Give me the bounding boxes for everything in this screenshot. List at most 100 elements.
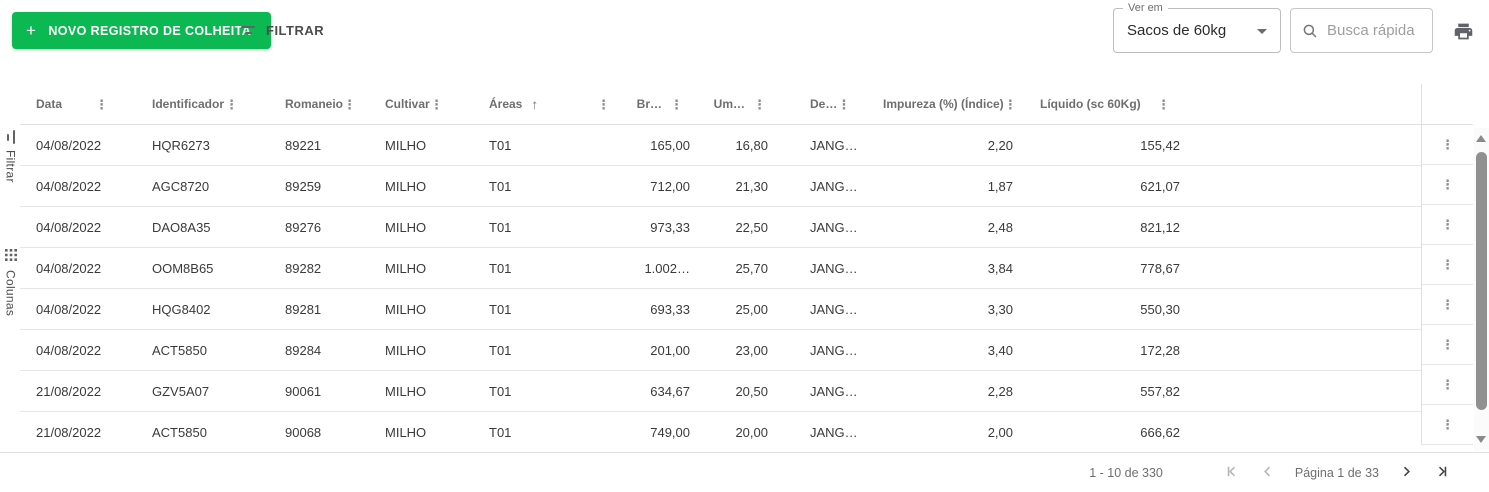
table-row[interactable]: 04/08/2022AGC872089259MILHOT01712,0021,3…: [20, 166, 1421, 207]
column-header-label: Data: [36, 97, 62, 111]
view-unit-select[interactable]: Ver em Sacos de 60kg: [1113, 8, 1281, 53]
print-button[interactable]: [1452, 21, 1474, 43]
vertical-scrollbar[interactable]: [1474, 128, 1489, 450]
table-row[interactable]: 04/08/2022DAO8A3589276MILHOT01973,3322,5…: [20, 207, 1421, 248]
table-cell: 155,42: [1021, 138, 1188, 153]
column-menu-icon[interactable]: ⋮: [1157, 98, 1170, 111]
table-cell: ACT5850: [120, 425, 250, 440]
table-cell: 21/08/2022: [20, 425, 120, 440]
column-header[interactable]: Impureza (%) (Índice)⋮: [856, 84, 1021, 124]
row-menu-icon[interactable]: ⋮: [1441, 178, 1454, 191]
table-cell: 2,20: [856, 138, 1021, 153]
column-header-label: Romaneio: [285, 97, 343, 111]
table-cell: GZV5A07: [120, 384, 250, 399]
first-page-icon: [1223, 462, 1242, 484]
row-actions-cell: ⋮: [1422, 125, 1473, 165]
table-row[interactable]: 04/08/2022HQG840289281MILHOT01693,3325,0…: [20, 289, 1421, 330]
scroll-down-arrow[interactable]: [1476, 436, 1486, 443]
row-menu-icon[interactable]: ⋮: [1441, 218, 1454, 231]
row-menu-icon[interactable]: ⋮: [1441, 298, 1454, 311]
new-harvest-record-button[interactable]: + NOVO REGISTRO DE COLHEITA: [12, 12, 271, 49]
table-cell: JANG…: [780, 220, 856, 235]
table-row[interactable]: 21/08/2022GZV5A0790061MILHOT01634,6720,5…: [20, 371, 1421, 412]
scrollbar-thumb[interactable]: [1476, 152, 1487, 410]
column-menu-icon[interactable]: ⋮: [95, 98, 108, 111]
quick-search-box: [1290, 8, 1433, 53]
plus-icon: +: [26, 22, 36, 39]
last-page-icon: [1432, 462, 1451, 484]
side-panel-tab-filtrar[interactable]: Filtrar: [0, 133, 21, 183]
sort-ascending-icon: ↑: [531, 97, 538, 112]
table-row[interactable]: 21/08/2022ACT585090068MILHOT01749,0020,0…: [20, 412, 1421, 453]
column-header[interactable]: Data ⋮: [20, 84, 120, 124]
row-actions-cell: ⋮: [1422, 245, 1473, 285]
table-row[interactable]: 04/08/2022HQR627389221MILHOT01165,0016,8…: [20, 125, 1421, 166]
column-header[interactable]: Cultivar⋮: [354, 84, 455, 124]
column-menu-icon[interactable]: ⋮: [837, 98, 850, 111]
table-cell: T01: [455, 302, 622, 317]
first-page-button: [1223, 462, 1242, 484]
column-header[interactable]: Romaneio⋮: [250, 84, 354, 124]
column-menu-icon[interactable]: ⋮: [430, 98, 443, 111]
table-cell: 90061: [250, 384, 354, 399]
table-cell: AGC8720: [120, 179, 250, 194]
row-actions-cell: ⋮: [1422, 405, 1473, 445]
pagination-controls: Página 1 de 33: [1215, 462, 1459, 484]
table-cell: 3,84: [856, 261, 1021, 276]
table-cell: 89282: [250, 261, 354, 276]
row-actions-cell: ⋮: [1422, 285, 1473, 325]
column-header-label: Líquido (sc 60Kg): [1040, 97, 1141, 111]
table-cell: 04/08/2022: [20, 220, 120, 235]
scroll-up-arrow[interactable]: [1476, 135, 1486, 142]
column-menu-icon[interactable]: ⋮: [1004, 98, 1017, 111]
side-panel-tab-filtrar-label: Filtrar: [4, 150, 18, 183]
table-cell: MILHO: [354, 384, 455, 399]
table-cell: 25,70: [697, 261, 780, 276]
row-menu-icon[interactable]: ⋮: [1441, 258, 1454, 271]
table-cell: T01: [455, 261, 622, 276]
next-page-icon: [1397, 462, 1416, 484]
quick-search-input[interactable]: [1325, 21, 1424, 40]
table-cell: 749,00: [622, 425, 697, 440]
view-unit-select-label: Ver em: [1123, 2, 1168, 15]
search-icon: [1301, 22, 1319, 40]
table-cell: MILHO: [354, 179, 455, 194]
table-row[interactable]: 04/08/2022ACT585089284MILHOT01201,0023,0…: [20, 330, 1421, 371]
view-unit-select-value: Sacos de 60kg: [1127, 22, 1226, 39]
column-menu-icon[interactable]: ⋮: [597, 98, 610, 111]
table-cell: 20,00: [697, 425, 780, 440]
column-menu-icon[interactable]: ⋮: [225, 98, 238, 111]
row-menu-icon[interactable]: ⋮: [1441, 338, 1454, 351]
column-header[interactable]: Líquido (sc 60Kg) ⋮: [1021, 84, 1188, 124]
pagination-range: 1 - 10 de 330: [1089, 466, 1163, 480]
table-cell: T01: [455, 425, 622, 440]
table-cell: 2,48: [856, 220, 1021, 235]
filter-icon: [241, 26, 255, 34]
table-cell: 712,00: [622, 179, 697, 194]
column-header[interactable]: Áreas ↑ ⋮: [455, 84, 622, 124]
column-header-label: Áreas: [489, 97, 522, 111]
table-cell: 557,82: [1021, 384, 1188, 399]
column-header[interactable]: De…⋮: [780, 84, 856, 124]
next-page-button[interactable]: [1397, 462, 1416, 484]
column-header[interactable]: Um…⋮: [697, 84, 780, 124]
column-header[interactable]: Identificador⋮: [120, 84, 250, 124]
previous-page-button: [1258, 462, 1277, 484]
table-cell: 23,00: [697, 343, 780, 358]
column-menu-icon[interactable]: ⋮: [670, 98, 683, 111]
column-header[interactable]: Br… ⋮: [622, 84, 697, 124]
printer-icon: [1453, 30, 1474, 45]
column-menu-icon[interactable]: ⋮: [753, 98, 766, 111]
filter-button[interactable]: FILTRAR: [241, 17, 324, 43]
table-cell: 621,07: [1021, 179, 1188, 194]
row-menu-icon[interactable]: ⋮: [1441, 138, 1454, 151]
side-panel-tab-colunas[interactable]: Colunas: [0, 249, 21, 316]
table-cell: 89221: [250, 138, 354, 153]
row-menu-icon[interactable]: ⋮: [1441, 378, 1454, 391]
table-row[interactable]: 04/08/2022OOM8B6589282MILHOT011.002…25,7…: [20, 248, 1421, 289]
row-actions-cell: ⋮: [1422, 165, 1473, 205]
row-menu-icon[interactable]: ⋮: [1441, 418, 1454, 431]
table-cell: 04/08/2022: [20, 302, 120, 317]
column-header-label: Br…: [637, 97, 662, 111]
last-page-button[interactable]: [1432, 462, 1451, 484]
